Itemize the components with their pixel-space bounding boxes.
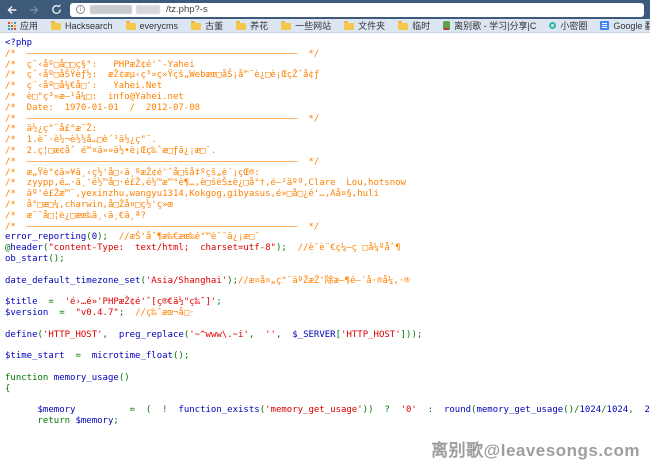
code-line: function memory_usage() bbox=[5, 373, 650, 384]
bookmark-item[interactable]: 文件夹 bbox=[344, 19, 385, 32]
code-line: /* zyypp,é…·ä¸'é½™å□·é£Ž,é½™æ™°è¶…,è□šèŠ… bbox=[5, 178, 650, 189]
folder-icon bbox=[398, 23, 408, 30]
code-line: ob_start(); bbox=[5, 254, 650, 265]
code-line: error_reporting(0); //æŠ'åˆ¶æ‰€æœ‰é"™è¯¯… bbox=[5, 232, 650, 243]
code-line bbox=[5, 362, 650, 373]
code-line: /* 1.è¯·è½¬è½½å…□è´¹ä½¿ç"¨. bbox=[5, 135, 650, 146]
bookmark-item[interactable]: 养花 bbox=[236, 19, 268, 32]
browser-toolbar: i /tz.php?-s bbox=[0, 0, 650, 19]
redacted-block bbox=[90, 5, 132, 14]
redacted-host bbox=[90, 3, 161, 17]
code-line: $memory = ( ! function_exists('memory_ge… bbox=[5, 405, 650, 416]
code-line: return $memory; bbox=[5, 416, 650, 427]
code-line: @header("content-Type: text/html; charse… bbox=[5, 243, 650, 254]
code-line: /* å°□æ□¼,charwin,å□Žå¤□ç½'ç»œ bbox=[5, 200, 650, 211]
code-area: <?php/* ————————————————————————————————… bbox=[0, 33, 650, 427]
page-info-icon[interactable]: i bbox=[76, 5, 85, 14]
bookmark-item[interactable]: 离别歌 - 学习|分享|C bbox=[443, 19, 536, 32]
code-line: /* —————————————————————————————————————… bbox=[5, 157, 650, 168]
url-path-text: /tz.php?-s bbox=[166, 4, 208, 15]
bookmark-item[interactable]: 临时 bbox=[398, 19, 430, 32]
apps-label: 应用 bbox=[20, 19, 38, 32]
code-line: /* æ˜¯å□¦è¿□æœ‰ä¸‹ä¸€ä¸ª? bbox=[5, 211, 650, 222]
translate-icon bbox=[600, 21, 609, 30]
code-line: $version = "v0.4.7"; //ç‰ˆæœ¬å□· bbox=[5, 308, 650, 319]
code-line: /* äº'é£Žæ™¨,yexinzhu,wangyu1314,Kokgog,… bbox=[5, 189, 650, 200]
bookmark-item[interactable]: 一些网站 bbox=[281, 19, 331, 32]
circle-icon bbox=[549, 22, 556, 29]
bookmark-label: 离别歌 - 学习|分享|C bbox=[454, 19, 536, 32]
code-line bbox=[5, 340, 650, 351]
folder-icon bbox=[191, 23, 201, 30]
code-line: $time_start = microtime_float(); bbox=[5, 351, 650, 362]
bookmark-item[interactable]: Google 翻译 bbox=[600, 19, 650, 32]
code-line: /* è□"ç³»æ–¹å¼□: info@Yahei.net bbox=[5, 92, 650, 103]
code-line: /* ç¨‹åº□å□□ç§°: PHPæŽ¢é'ˆ-Yahei bbox=[5, 60, 650, 71]
code-line: $title = 'é›…é»'PHPæŽ¢é'ˆ[ç®€ä½"ç‰ˆ]'; bbox=[5, 297, 650, 308]
code-line bbox=[5, 265, 650, 276]
bookmark-item[interactable]: Hacksearch bbox=[51, 21, 113, 31]
code-line: { bbox=[5, 384, 650, 395]
folder-icon bbox=[51, 23, 61, 30]
code-line bbox=[5, 319, 650, 330]
browser-window: i /tz.php?-s 应用 Hacksearch everycms 古董 养花 一些… bbox=[0, 0, 650, 464]
back-icon bbox=[5, 3, 19, 17]
code-line bbox=[5, 394, 650, 405]
code-line: /* —————————————————————————————————————… bbox=[5, 114, 650, 125]
apps-shortcut[interactable]: 应用 bbox=[8, 19, 38, 32]
reload-button[interactable] bbox=[48, 3, 64, 17]
bookmark-label: 一些网站 bbox=[295, 19, 331, 32]
apps-grid-icon bbox=[8, 22, 16, 30]
folder-icon bbox=[126, 23, 136, 30]
code-line: /* æ„Ÿè°¢ä»¥ä¸‹ç½'å□‹ä¸ºæŽ¢é'ˆå□šå‡ºçš„è… bbox=[5, 168, 650, 179]
redacted-block bbox=[136, 5, 160, 14]
bookmark-item[interactable]: 小密圈 bbox=[549, 19, 587, 32]
code-line: /* ç¨‹åº□åŠŸèƒ½: æŽ¢æµ‹ç³»ç»Ÿçš„Webæœ□åŠ… bbox=[5, 70, 650, 81]
bookmark-label: Hacksearch bbox=[65, 21, 113, 31]
bookmark-label: 文件夹 bbox=[358, 19, 385, 32]
forward-button[interactable] bbox=[26, 3, 42, 17]
code-line: define('HTTP_HOST', preg_replace('~^www\… bbox=[5, 330, 650, 341]
bookmark-label: 临时 bbox=[412, 19, 430, 32]
watermark-text: 离别歌@leavesongs.com bbox=[431, 436, 640, 461]
code-line: /* ä½¿ç"¨å£°æ˜Ž: bbox=[5, 124, 650, 135]
bookmark-item[interactable]: everycms bbox=[126, 21, 179, 31]
code-line: /* —————————————————————————————————————… bbox=[5, 222, 650, 233]
folder-icon bbox=[281, 23, 291, 30]
cactus-icon bbox=[443, 21, 450, 30]
code-line: /* ç¨‹åº□å¼€å□': Yahei.Net bbox=[5, 81, 650, 92]
bookmarks-bar: 应用 Hacksearch everycms 古董 养花 一些网站 文件夹 临时 离别歌 - … bbox=[0, 19, 650, 33]
code-line: /* 2.ç¦□æ­¢åˆ é™¤ä»»ä½•è¡Œç‰ˆæ□ƒä¿¡æ□¯. bbox=[5, 146, 650, 157]
bookmark-label: 古董 bbox=[205, 19, 223, 32]
bookmark-label: 养花 bbox=[250, 19, 268, 32]
bookmark-label: everycms bbox=[140, 21, 179, 31]
bookmark-item[interactable]: 古董 bbox=[191, 19, 223, 32]
code-line: date_default_timezone_set('Asia/Shanghai… bbox=[5, 276, 650, 287]
bookmark-label: Google 翻译 bbox=[613, 19, 650, 32]
folder-icon bbox=[236, 23, 246, 30]
folder-icon bbox=[344, 23, 354, 30]
code-line bbox=[5, 286, 650, 297]
code-line: /* Date: 1970-01-01 / 2012-07-08 bbox=[5, 103, 650, 114]
forward-icon bbox=[27, 3, 41, 17]
code-line: /* —————————————————————————————————————… bbox=[5, 49, 650, 60]
back-button[interactable] bbox=[4, 3, 20, 17]
code-line: <?php bbox=[5, 38, 650, 49]
address-bar[interactable]: i /tz.php?-s bbox=[70, 3, 644, 17]
bookmark-label: 小密圈 bbox=[560, 19, 587, 32]
reload-icon bbox=[50, 3, 63, 16]
